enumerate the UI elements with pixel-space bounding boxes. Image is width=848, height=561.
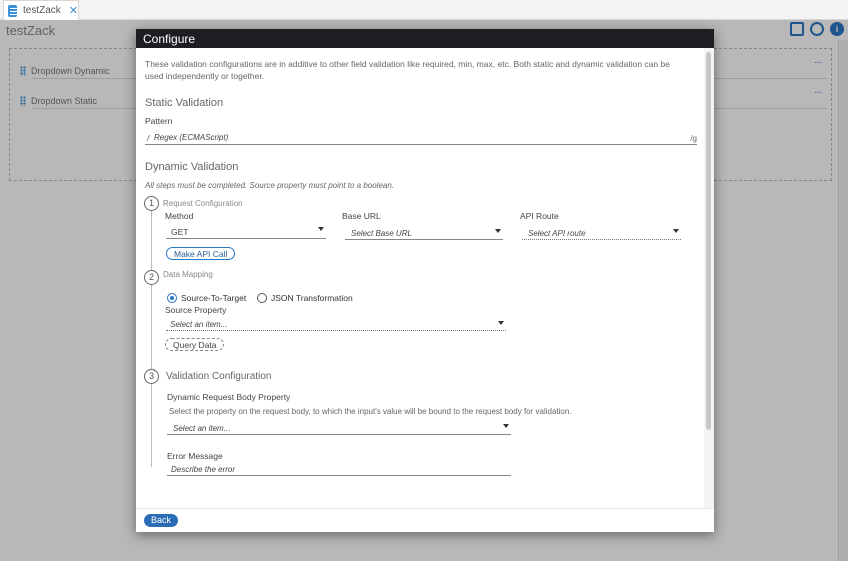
step-2-circle: 2	[144, 270, 159, 285]
static-validation-title: Static Validation	[145, 97, 224, 109]
base-url-select[interactable]: Select Base URL	[345, 227, 503, 240]
api-route-select[interactable]: Select API route	[522, 227, 681, 240]
tab-testzack[interactable]: testZack ✕	[3, 0, 79, 20]
step-1-title: Request Configuration	[163, 199, 243, 208]
error-message-input[interactable]: Describe the error	[171, 465, 235, 474]
radio-label: Source-To-Target	[181, 292, 247, 303]
base-url-label: Base URL	[342, 211, 381, 221]
body-property-select[interactable]: Select an item...	[167, 422, 511, 435]
chevron-down-icon	[318, 227, 324, 231]
step-2-title: Data Mapping	[163, 270, 213, 279]
method-value: GET	[171, 227, 189, 237]
dynamic-validation-hint: All steps must be completed. Source prop…	[145, 181, 395, 190]
pattern-input[interactable]: Regex (ECMAScript)	[154, 133, 228, 142]
modal-scrollbar[interactable]	[704, 48, 714, 508]
source-property-placeholder: Select an item...	[170, 320, 228, 329]
modal-footer: Back	[136, 508, 714, 532]
pattern-suffix: /g	[690, 134, 697, 143]
base-url-placeholder: Select Base URL	[351, 229, 412, 238]
api-route-label: API Route	[520, 211, 559, 221]
modal-description: These validation configurations are in a…	[145, 59, 670, 81]
source-property-select[interactable]: Select an item...	[166, 319, 506, 331]
step-3-title: Validation Configuration	[166, 371, 272, 382]
make-api-call-button[interactable]: Make API Call	[166, 247, 236, 260]
pattern-prefix: /	[147, 134, 150, 143]
api-route-placeholder: Select API route	[528, 229, 586, 238]
source-property-label: Source Property	[165, 305, 227, 315]
radio-unselected-icon[interactable]	[257, 292, 267, 303]
dynamic-validation-title: Dynamic Validation	[145, 161, 239, 173]
error-message-label: Error Message	[167, 451, 223, 461]
pattern-label: Pattern	[145, 116, 173, 126]
back-button[interactable]: Back	[144, 514, 179, 527]
chevron-down-icon	[503, 424, 509, 428]
step-3-circle: 3	[144, 369, 159, 384]
modal-body: These validation configurations are in a…	[136, 48, 704, 508]
radio-label: JSON Transformation	[271, 292, 353, 303]
query-data-button[interactable]: Query Data	[165, 338, 225, 351]
step-1-circle: 1	[144, 196, 159, 211]
error-message-field[interactable]: Describe the error	[167, 463, 511, 476]
configure-modal: Configure These validation configuration…	[136, 29, 714, 532]
method-label: Method	[165, 211, 194, 221]
radio-selected-icon[interactable]	[167, 292, 177, 303]
modal-title: Configure	[136, 29, 714, 48]
close-icon[interactable]: ✕	[69, 4, 78, 17]
method-select[interactable]: GET	[166, 225, 326, 239]
document-icon	[8, 4, 17, 17]
body-property-label: Dynamic Request Body Property	[167, 392, 291, 402]
chevron-down-icon	[673, 229, 679, 233]
radio-json-transformation[interactable]: JSON Transformation	[257, 289, 353, 307]
chevron-down-icon	[495, 229, 501, 233]
tab-label: testZack	[22, 5, 61, 16]
chevron-down-icon	[498, 321, 504, 325]
stepper-line	[151, 210, 152, 467]
body-property-placeholder: Select an item...	[173, 424, 231, 433]
pattern-field[interactable]: / Regex (ECMAScript) /g	[145, 132, 697, 145]
scrollbar-thumb[interactable]	[706, 52, 711, 430]
body-property-hint: Select the property on the request body,…	[169, 407, 572, 416]
tab-bar: testZack ✕	[0, 0, 848, 20]
